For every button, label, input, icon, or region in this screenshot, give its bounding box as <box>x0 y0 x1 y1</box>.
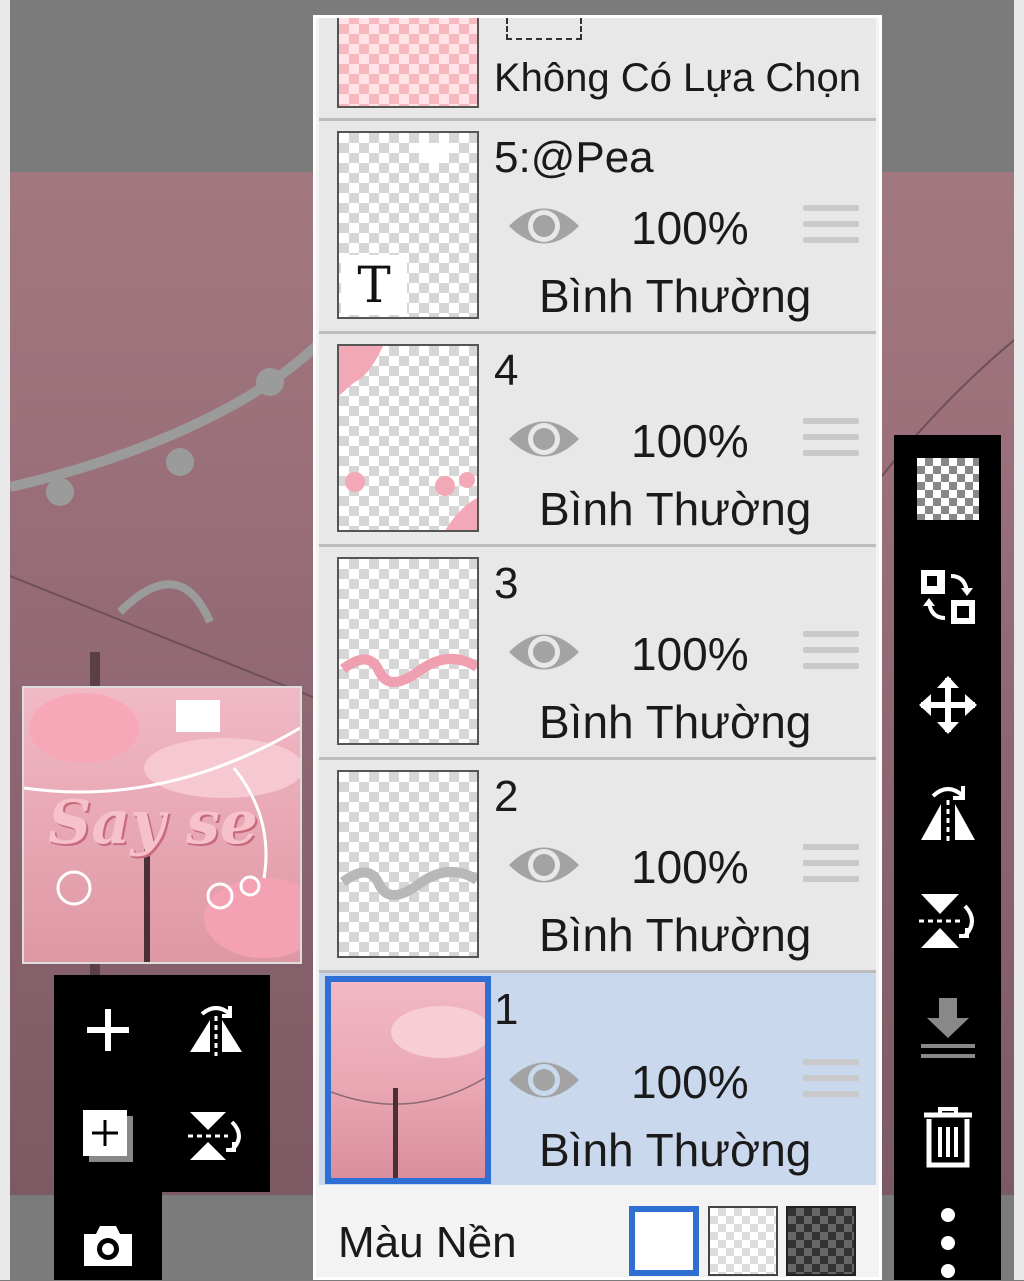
layer-thumbnail <box>337 344 479 532</box>
drag-handle-icon[interactable] <box>803 1059 859 1105</box>
flip-vertical-button[interactable] <box>910 883 986 959</box>
more-options-button[interactable] <box>910 1205 986 1281</box>
flip-vertical-icon <box>919 894 974 948</box>
add-layer-copy-icon <box>83 1110 133 1162</box>
move-icon <box>919 676 977 734</box>
layer-name: 2 <box>494 772 519 821</box>
drag-handle-icon[interactable] <box>803 205 859 251</box>
layer-name: 4 <box>494 346 519 395</box>
visibility-eye-icon[interactable] <box>507 201 581 251</box>
drag-handle-icon[interactable] <box>803 418 859 464</box>
flip-horizontal-button[interactable] <box>910 775 986 851</box>
layer-row-1[interactable]: 1 100% Bình Thường <box>319 973 876 1185</box>
flip-horizontal-icon <box>190 1006 242 1056</box>
layer-thumbnail <box>325 976 491 1184</box>
import-photo-button[interactable] <box>73 1210 143 1280</box>
duplicate-layer-button[interactable] <box>73 1101 143 1171</box>
layer-thumbnail: T <box>337 131 479 319</box>
visibility-eye-icon[interactable] <box>507 1055 581 1105</box>
text-snippet <box>419 143 449 163</box>
background-white-swatch[interactable] <box>629 1206 699 1276</box>
text-layer-icon: T <box>341 255 407 315</box>
layer-opacity[interactable]: 100% <box>631 840 749 894</box>
merge-down-button[interactable] <box>910 991 986 1067</box>
merge-down-icon <box>921 998 975 1058</box>
layer-tools-panel-bottom <box>54 1190 162 1280</box>
drag-handle-icon[interactable] <box>803 844 859 890</box>
layer-tools-panel <box>54 975 270 1192</box>
flip-layer-horizontal-button[interactable] <box>181 995 251 1065</box>
move-layer-button[interactable] <box>910 667 986 743</box>
layer-blend-mode[interactable]: Bình Thường <box>539 269 811 323</box>
flip-horizontal-icon <box>921 786 975 842</box>
add-layer-icon <box>87 1009 129 1051</box>
right-toolbar <box>894 435 1001 1280</box>
layer-name: 5:@Pea <box>494 133 654 182</box>
layer-name: 1 <box>494 985 519 1034</box>
layer-opacity[interactable]: 100% <box>631 627 749 681</box>
layer-blend-mode[interactable]: Bình Thường <box>539 908 811 962</box>
layer-blend-mode[interactable]: Bình Thường <box>539 482 811 536</box>
layer-row-3[interactable]: 3 100% Bình Thường <box>319 547 876 757</box>
delete-layer-button[interactable] <box>910 1099 986 1175</box>
layer-row-2[interactable]: 2 100% Bình Thường <box>319 760 876 970</box>
flip-vertical-icon <box>188 1112 241 1160</box>
selection-layer-row[interactable]: Không Có Lựa Chọn <box>319 18 876 118</box>
canvas-edge-right <box>1014 0 1024 1280</box>
visibility-eye-icon[interactable] <box>507 627 581 677</box>
selection-marquee-icon <box>506 18 582 40</box>
selection-thumbnail <box>337 18 479 108</box>
background-color-label: Màu Nền <box>338 1218 517 1267</box>
camera-icon <box>84 1226 132 1266</box>
trash-icon <box>924 1107 972 1168</box>
visibility-eye-icon[interactable] <box>507 414 581 464</box>
preview-artwork-text: Say se <box>48 788 258 858</box>
visibility-eye-icon[interactable] <box>507 840 581 890</box>
drag-handle-icon[interactable] <box>803 631 859 677</box>
layer-opacity[interactable]: 100% <box>631 201 749 255</box>
add-layer-button[interactable] <box>73 995 143 1065</box>
layer-thumbnail <box>337 770 479 958</box>
layer-row-5[interactable]: T 5:@Pea 100% Bình Thường <box>319 121 876 331</box>
layer-opacity[interactable]: 100% <box>631 414 749 468</box>
layer-blend-mode[interactable]: Bình Thường <box>539 1123 811 1177</box>
transparency-button[interactable] <box>910 451 986 527</box>
swap-layers-button[interactable] <box>910 559 986 635</box>
transparency-icon <box>917 458 979 520</box>
layer-row-4[interactable]: 4 100% Bình Thường <box>319 334 876 544</box>
canvas-preview[interactable]: Say se <box>22 686 302 964</box>
layer-thumbnail <box>337 557 479 745</box>
more-icon <box>941 1208 955 1278</box>
layer-name: 3 <box>494 559 519 608</box>
selection-row-label: Không Có Lựa Chọn <box>494 56 862 100</box>
flip-layer-vertical-button[interactable] <box>181 1101 251 1171</box>
background-dark-swatch[interactable] <box>786 1206 856 1276</box>
swap-icon <box>921 570 975 624</box>
background-transparent-swatch[interactable] <box>708 1206 778 1276</box>
layer-blend-mode[interactable]: Bình Thường <box>539 695 811 749</box>
layer-panel: Không Có Lựa Chọn T 5:@Pea 100% Bình Thư… <box>313 15 882 1280</box>
canvas-edge-left <box>0 0 10 1280</box>
layer-opacity[interactable]: 100% <box>631 1055 749 1109</box>
